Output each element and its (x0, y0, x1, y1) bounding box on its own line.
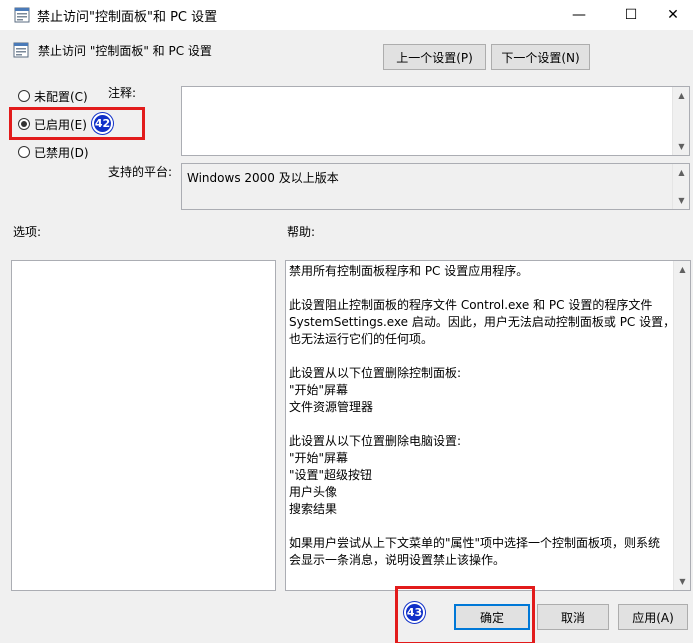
triangle-up-icon[interactable]: ▲ (673, 87, 690, 104)
cancel-button[interactable]: 取消 (537, 604, 609, 630)
help-line: 搜索结果 (289, 502, 338, 516)
help-line: 用户头像 (289, 485, 338, 499)
radio-label: 未配置(C) (34, 89, 88, 104)
help-pane: 禁用所有控制面板程序和 PC 设置应用程序。 此设置阻止控制面板的程序文件 Co… (285, 260, 691, 591)
radio-indicator (18, 146, 30, 158)
comment-textarea[interactable]: ▲ ▼ (181, 86, 690, 156)
help-line (289, 518, 671, 535)
triangle-up-icon[interactable]: ▲ (674, 261, 691, 278)
policy-header-title: 禁止访问 "控制面板" 和 PC 设置 (38, 44, 212, 58)
maximize-button[interactable]: ☐ (608, 0, 654, 30)
previous-setting-button[interactable]: 上一个设置(P) (383, 44, 486, 70)
help-line: "开始"屏幕 (289, 383, 349, 397)
window-title: 禁止访问"控制面板"和 PC 设置 (37, 10, 218, 25)
policy-dialog: 禁止访问 "控制面板" 和 PC 设置 上一个设置(P) 下一个设置(N) 未配… (0, 30, 693, 643)
triangle-up-icon[interactable]: ▲ (673, 164, 690, 181)
policy-settings-icon (13, 42, 29, 58)
help-label: 帮助: (287, 225, 316, 239)
help-line: 此设置阻止控制面板的程序文件 Control.exe 和 PC 设置的程序文件 (289, 298, 653, 312)
help-line: "设置"超级按钮 (289, 468, 373, 482)
help-line: SystemSettings.exe 启动。因此，用户无法启动控制面板或 PC … (289, 315, 676, 329)
annotation-badge: 42 (92, 113, 113, 134)
help-scrollbar[interactable]: ▲ ▼ (673, 261, 690, 590)
help-line: 文件资源管理器 (289, 400, 374, 414)
apply-button[interactable]: 应用(A) (618, 604, 688, 630)
annotation-badge: 43 (404, 602, 425, 623)
radio-label: 已禁用(D) (34, 145, 89, 160)
options-label: 选项: (13, 225, 42, 239)
help-line (289, 348, 671, 365)
help-line: "开始"屏幕 (289, 451, 349, 465)
platform-label: 支持的平台: (108, 165, 173, 179)
triangle-down-icon[interactable]: ▼ (673, 138, 690, 155)
next-setting-button[interactable]: 下一个设置(N) (491, 44, 590, 70)
triangle-down-icon[interactable]: ▼ (673, 192, 690, 209)
help-line: 禁用所有控制面板程序和 PC 设置应用程序。 (289, 264, 529, 278)
platform-scrollbar[interactable]: ▲ ▼ (672, 164, 689, 209)
help-line (289, 280, 671, 297)
help-line: 如果用户尝试从上下文菜单的"属性"项中选择一个控制面板项，则系统 (289, 536, 661, 550)
options-pane (11, 260, 276, 591)
radio-disabled[interactable]: 已禁用(D) (18, 144, 89, 160)
help-line: 也无法运行它们的任何项。 (289, 332, 434, 346)
policy-settings-icon (14, 7, 30, 23)
comment-scrollbar[interactable]: ▲ ▼ (672, 87, 689, 155)
annotation-highlight-radio (9, 107, 145, 140)
triangle-down-icon[interactable]: ▼ (674, 573, 691, 590)
comment-label: 注释: (108, 86, 137, 100)
minimize-button[interactable]: — (556, 0, 602, 30)
platform-value: Windows 2000 及以上版本 (187, 171, 339, 185)
help-line: 此设置从以下位置删除控制面板: (289, 366, 462, 380)
help-text: 禁用所有控制面板程序和 PC 设置应用程序。 此设置阻止控制面板的程序文件 Co… (289, 263, 676, 569)
radio-not-configured[interactable]: 未配置(C) (18, 88, 88, 104)
help-line: 此设置从以下位置删除电脑设置: (289, 434, 462, 448)
close-button[interactable]: ✕ (650, 0, 693, 30)
title-bar: 禁止访问"控制面板"和 PC 设置 — ☐ ✕ (0, 0, 693, 30)
radio-indicator (18, 90, 30, 102)
help-line: 会显示一条消息，说明设置禁止该操作。 (289, 553, 506, 567)
help-line (289, 416, 671, 433)
platform-field: Windows 2000 及以上版本 ▲ ▼ (181, 163, 690, 210)
